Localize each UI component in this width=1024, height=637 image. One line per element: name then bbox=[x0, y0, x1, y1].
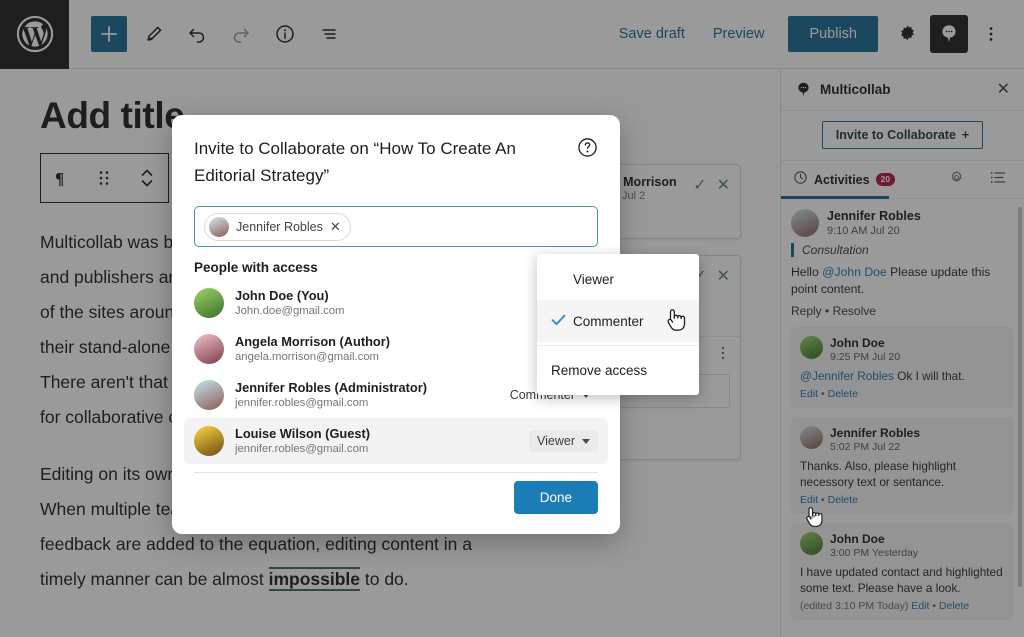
person-email: jennifer.robles@gmail.com bbox=[235, 442, 369, 455]
person-name: John Doe (You) bbox=[235, 287, 329, 303]
menu-item-viewer[interactable]: Viewer bbox=[537, 258, 699, 300]
role-dropdown-menu: Viewer Commenter Remove access bbox=[537, 254, 699, 395]
menu-item-label: Viewer bbox=[573, 271, 615, 287]
menu-item-label: Remove access bbox=[551, 362, 648, 378]
check-icon bbox=[551, 313, 573, 329]
menu-item-label: Commenter bbox=[573, 313, 644, 329]
person-row[interactable]: Louise Wilson (Guest) jennifer.robles@gm… bbox=[184, 418, 608, 464]
dialog-header: Invite to Collaborate on “How To Create … bbox=[172, 115, 620, 189]
menu-item-remove-access[interactable]: Remove access bbox=[537, 349, 699, 391]
wordpress-editor-app: Save draft Preview Publish Add title ¶ M… bbox=[0, 0, 1024, 637]
question-circle-icon[interactable] bbox=[577, 137, 598, 158]
chevron-down-icon bbox=[582, 438, 590, 444]
done-button[interactable]: Done bbox=[513, 481, 598, 514]
person-name: Angela Morrison (Author) bbox=[235, 333, 390, 349]
avatar bbox=[209, 216, 229, 237]
divider bbox=[194, 472, 598, 473]
menu-divider bbox=[537, 345, 699, 346]
avatar bbox=[194, 288, 224, 318]
person-email: angela.morrison@gmail.com bbox=[235, 350, 379, 363]
invitee-name: Jennifer Robles bbox=[236, 219, 323, 234]
invitee-chip[interactable]: Jennifer Robles ✕ bbox=[204, 212, 351, 241]
dialog-footer: Done bbox=[172, 481, 620, 534]
person-name: Louise Wilson (Guest) bbox=[235, 425, 370, 441]
avatar bbox=[194, 380, 224, 410]
person-email: John.doe@gmail.com bbox=[235, 304, 345, 317]
person-email: jennifer.robles@gmail.com bbox=[235, 396, 369, 409]
avatar bbox=[194, 426, 224, 456]
dialog-title: Invite to Collaborate on “How To Create … bbox=[194, 139, 516, 185]
role-dropdown-viewer[interactable]: Viewer bbox=[529, 430, 598, 452]
invite-people-input[interactable]: Jennifer Robles ✕ bbox=[194, 206, 598, 247]
role-value: Viewer bbox=[537, 434, 575, 448]
avatar bbox=[194, 334, 224, 364]
close-icon[interactable]: ✕ bbox=[330, 220, 341, 233]
person-name: Jennifer Robles (Administrator) bbox=[235, 379, 427, 395]
menu-item-commenter[interactable]: Commenter bbox=[537, 300, 699, 342]
